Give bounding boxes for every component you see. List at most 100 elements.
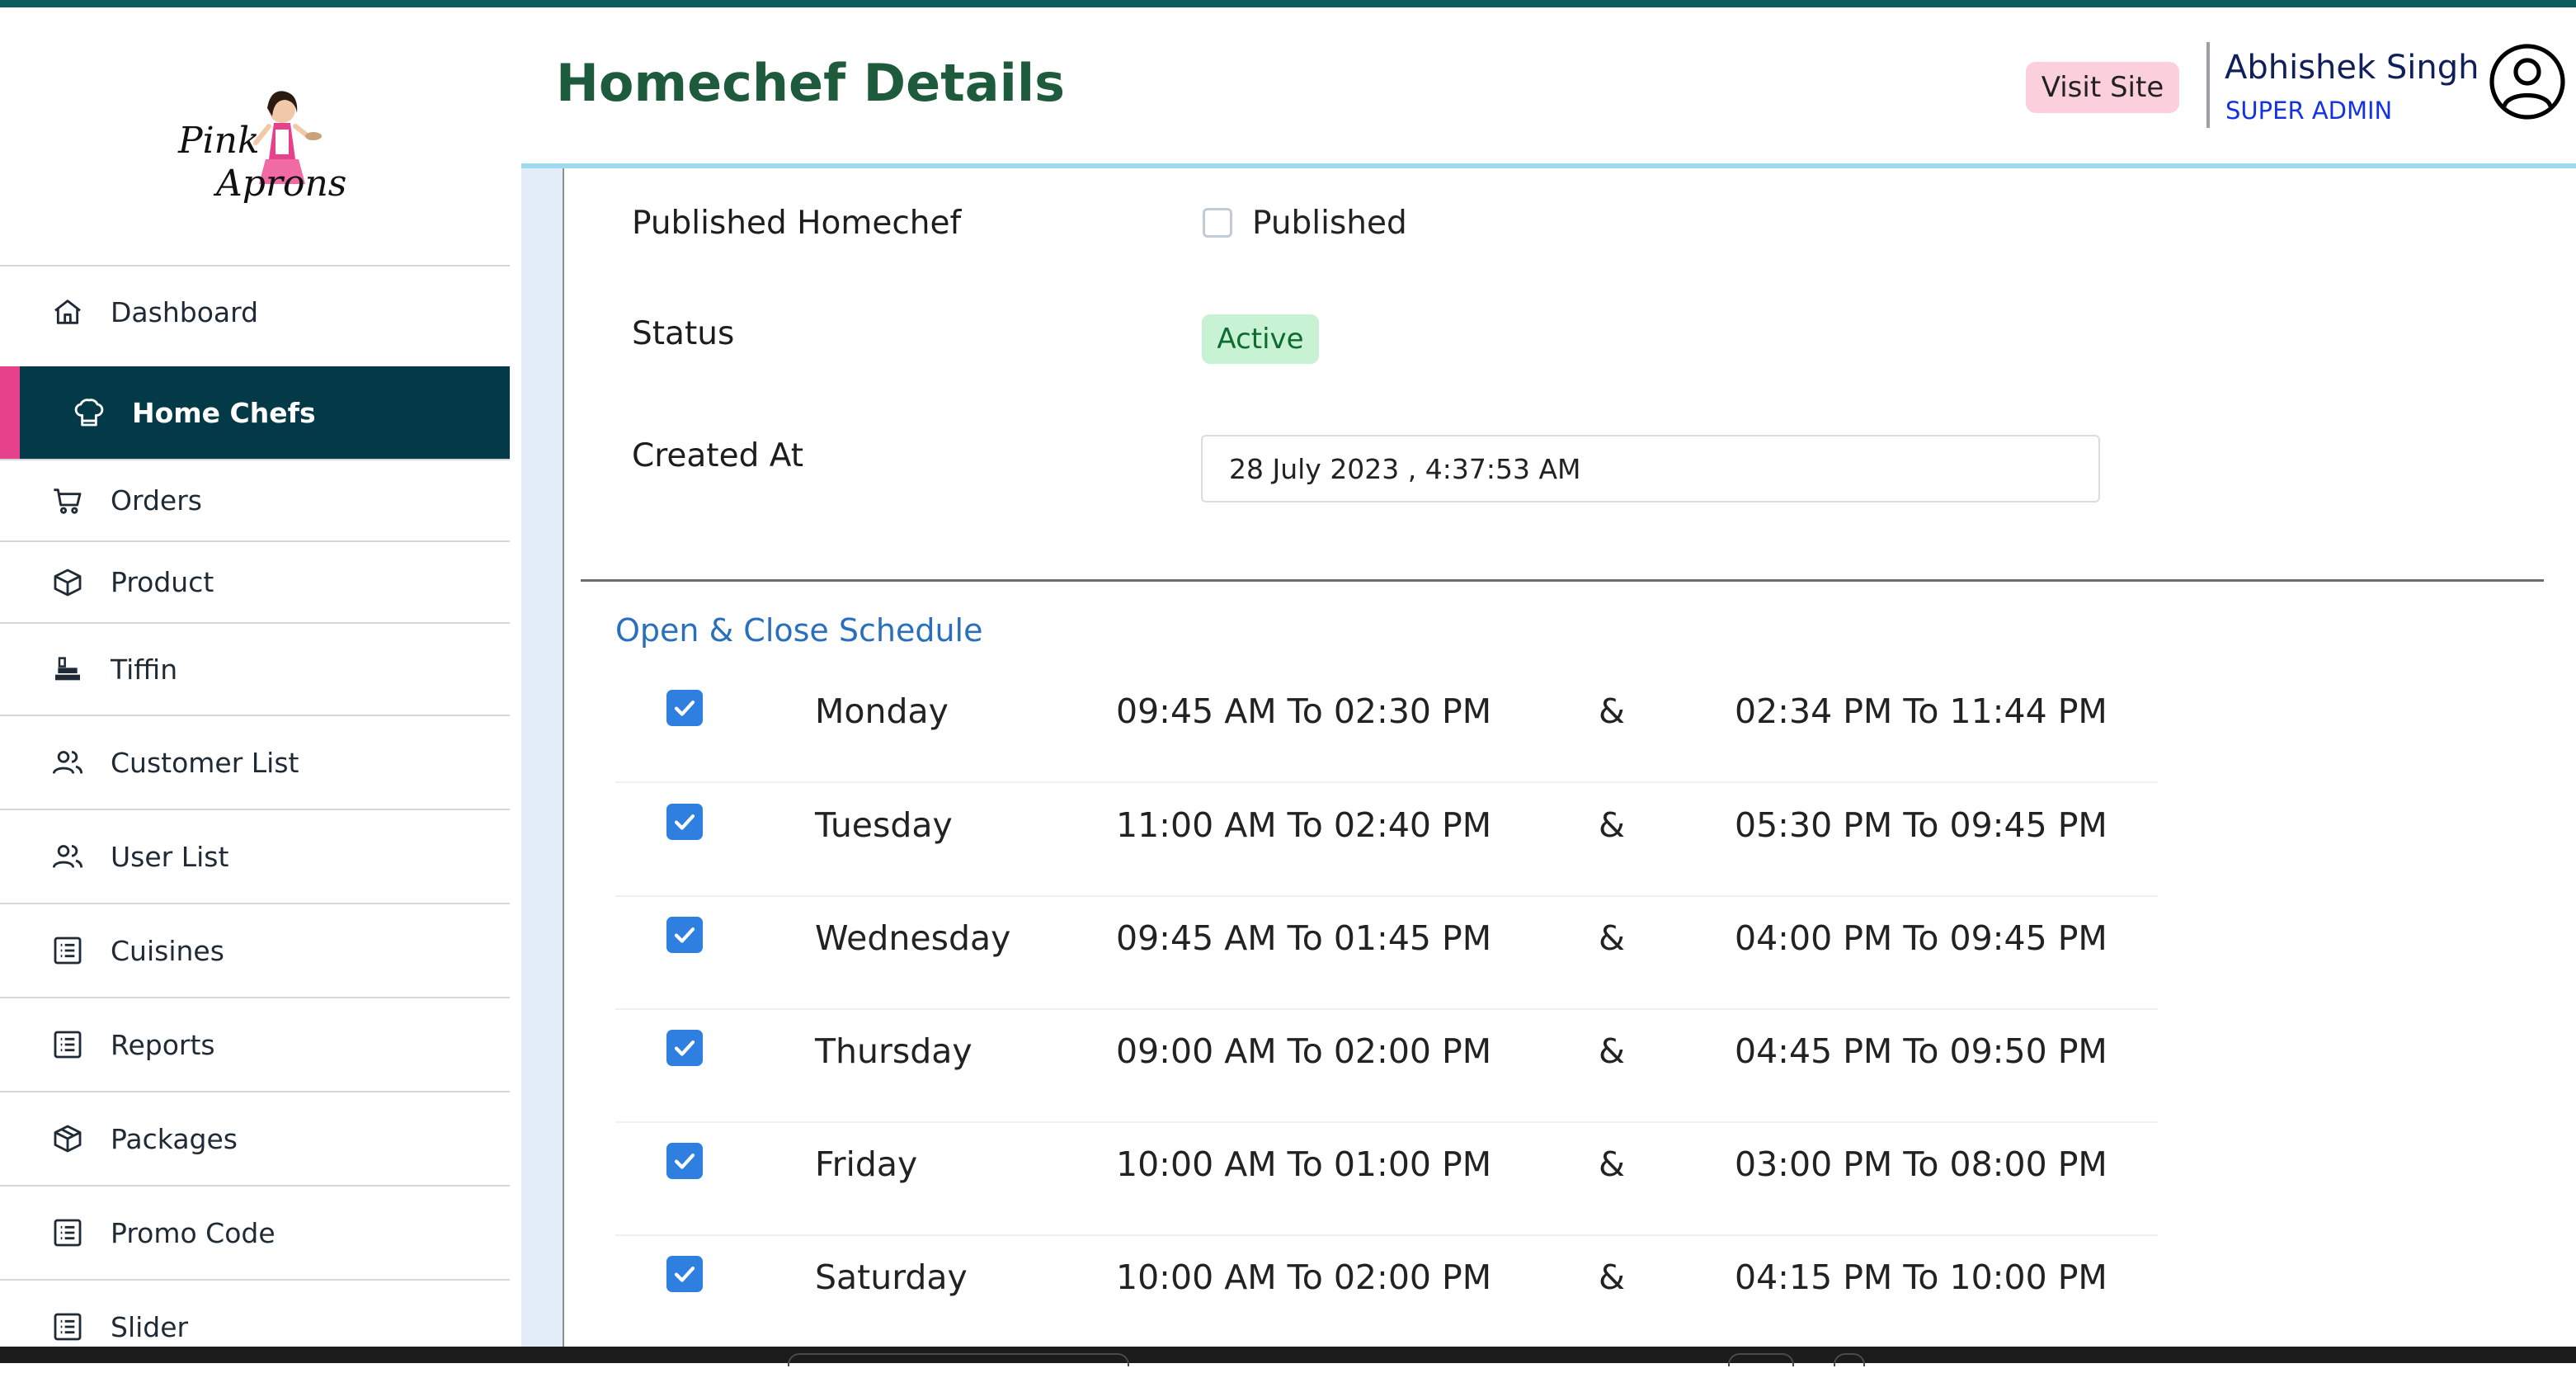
created-at-label: Created At [632, 437, 804, 474]
schedule-row-friday: Friday 10:00 AM To 01:00 PM & 03:00 PM T… [615, 1123, 2158, 1236]
slot-2-time: 02:34 PM To 11:44 PM [1735, 691, 2107, 731]
schedule-row-wednesday: Wednesday 09:45 AM To 01:45 PM & 04:00 P… [615, 897, 2158, 1010]
schedule-section-title: Open & Close Schedule [615, 612, 983, 649]
list-icon [48, 1307, 87, 1347]
day-name: Wednesday [815, 918, 1011, 958]
taskbar-icon-edge [1728, 1353, 1794, 1366]
logo-text-pink: Pink [178, 120, 260, 162]
sidebar-item-user-list[interactable]: User List [0, 809, 510, 903]
status-label: Status [632, 315, 735, 352]
check-icon [674, 927, 695, 943]
slot-1-time: 11:00 AM To 02:40 PM [1116, 805, 1492, 845]
os-taskbar-strip [0, 1347, 2576, 1366]
day-name: Friday [815, 1144, 918, 1184]
schedule-row-monday: Monday 09:45 AM To 02:30 PM & 02:34 PM T… [615, 670, 2158, 783]
sidebar-item-dashboard[interactable]: Dashboard [0, 265, 510, 357]
top-accent-bar [0, 0, 2576, 7]
day-checkbox[interactable] [666, 1030, 703, 1066]
slot-1-time: 09:45 AM To 02:30 PM [1116, 691, 1492, 731]
slot-2-time: 04:00 PM To 09:45 PM [1735, 918, 2107, 958]
sidebar-item-promo-code[interactable]: Promo Code [0, 1185, 510, 1279]
day-name: Thursday [815, 1031, 972, 1071]
sidebar-item-label: Packages [111, 1122, 238, 1155]
sidebar-item-orders[interactable]: Orders [0, 459, 510, 540]
published-checkbox-label: Published [1252, 205, 1407, 242]
active-indicator [0, 366, 20, 459]
sidebar-item-reports[interactable]: Reports [0, 997, 510, 1091]
page-title: Homechef Details [556, 53, 1066, 113]
sidebar-item-label: Orders [111, 484, 202, 517]
slot-2-time: 04:45 PM To 09:50 PM [1735, 1031, 2107, 1071]
avatar-icon[interactable] [2488, 42, 2567, 121]
sidebar-item-label: User List [111, 840, 229, 873]
day-checkbox[interactable] [666, 917, 703, 953]
slot-1-time: 10:00 AM To 01:00 PM [1116, 1144, 1492, 1184]
slot-separator: & [1599, 918, 1625, 958]
sidebar-item-packages[interactable]: Packages [0, 1091, 510, 1185]
slot-separator: & [1599, 691, 1625, 731]
sidebar-item-label: Slider [111, 1310, 189, 1343]
sidebar-item-home-chefs[interactable]: Home Chefs [0, 366, 510, 459]
sidebar-item-tiffin[interactable]: Tiffin [0, 622, 510, 715]
top-header: Homechef Details Visit Site Abhishek Sin… [510, 7, 2576, 166]
day-name: Tuesday [815, 805, 953, 845]
slot-separator: & [1599, 1031, 1625, 1071]
check-icon [674, 1154, 695, 1169]
slot-1-time: 09:45 AM To 01:45 PM [1116, 918, 1492, 958]
slot-2-time: 05:30 PM To 09:45 PM [1735, 805, 2107, 845]
published-homechef-label: Published Homechef [632, 205, 962, 242]
slot-2-time: 03:00 PM To 08:00 PM [1735, 1144, 2107, 1184]
day-checkbox[interactable] [666, 1143, 703, 1179]
day-checkbox[interactable] [666, 804, 703, 840]
sidebar-item-label: Home Chefs [132, 396, 316, 429]
list-icon [48, 931, 87, 970]
check-icon [674, 814, 695, 830]
check-icon [674, 701, 695, 716]
chef-hat-icon [69, 393, 109, 432]
user-role: SUPER ADMIN [2225, 97, 2393, 125]
sidebar-item-customer-list[interactable]: Customer List [0, 715, 510, 809]
sidebar-item-cuisines[interactable]: Cuisines [0, 903, 510, 997]
slot-2-time: 04:15 PM To 10:00 PM [1735, 1257, 2107, 1297]
pink-aprons-logo[interactable]: Pink Aprons [165, 80, 346, 229]
sidebar-item-label: Promo Code [111, 1216, 275, 1249]
schedule-row-thursday: Thursday 09:00 AM To 02:00 PM & 04:45 PM… [615, 1010, 2158, 1123]
sidebar-item-label: Tiffin [111, 653, 178, 686]
status-badge: Active [1202, 314, 1319, 364]
sidebar-item-label: Cuisines [111, 934, 224, 967]
list-icon [48, 1025, 87, 1064]
slot-1-time: 10:00 AM To 02:00 PM [1116, 1257, 1492, 1297]
check-icon [674, 1040, 695, 1056]
header-divider [2206, 42, 2210, 128]
sidebar-item-label: Dashboard [111, 295, 259, 328]
slot-1-time: 09:00 AM To 02:00 PM [1116, 1031, 1492, 1071]
visit-site-button[interactable]: Visit Site [2026, 62, 2179, 113]
list-icon [48, 1213, 87, 1253]
check-icon [674, 1267, 695, 1282]
published-checkbox[interactable] [1203, 208, 1232, 238]
created-at-field[interactable]: 28 July 2023 , 4:37:53 AM [1201, 435, 2100, 502]
slot-separator: & [1599, 1144, 1625, 1184]
sidebar-item-product[interactable]: Product [0, 540, 510, 622]
slot-separator: & [1599, 1257, 1625, 1297]
sidebar-item-label: Customer List [111, 746, 299, 779]
day-checkbox[interactable] [666, 690, 703, 726]
tiffin-icon [48, 649, 87, 689]
user-name: Abhishek Singh [2225, 49, 2479, 87]
day-name: Monday [815, 691, 949, 731]
sidebar: Pink Aprons Dashboard Home Chefs Orders [0, 7, 510, 1347]
sidebar-item-label: Reports [111, 1028, 215, 1061]
day-checkbox[interactable] [666, 1256, 703, 1292]
logo-text-aprons: Aprons [216, 163, 347, 205]
cart-icon [48, 481, 87, 521]
taskbar-search-edge [788, 1353, 1129, 1366]
taskbar-icon-edge [1834, 1353, 1865, 1366]
package-icon [48, 1119, 87, 1158]
home-icon [48, 292, 87, 332]
schedule-row-saturday: Saturday 10:00 AM To 02:00 PM & 04:15 PM… [615, 1236, 2158, 1347]
users-icon [48, 837, 87, 876]
day-name: Saturday [815, 1257, 968, 1297]
box-icon [48, 563, 87, 602]
schedule-row-tuesday: Tuesday 11:00 AM To 02:40 PM & 05:30 PM … [615, 784, 2158, 897]
slot-separator: & [1599, 805, 1625, 845]
